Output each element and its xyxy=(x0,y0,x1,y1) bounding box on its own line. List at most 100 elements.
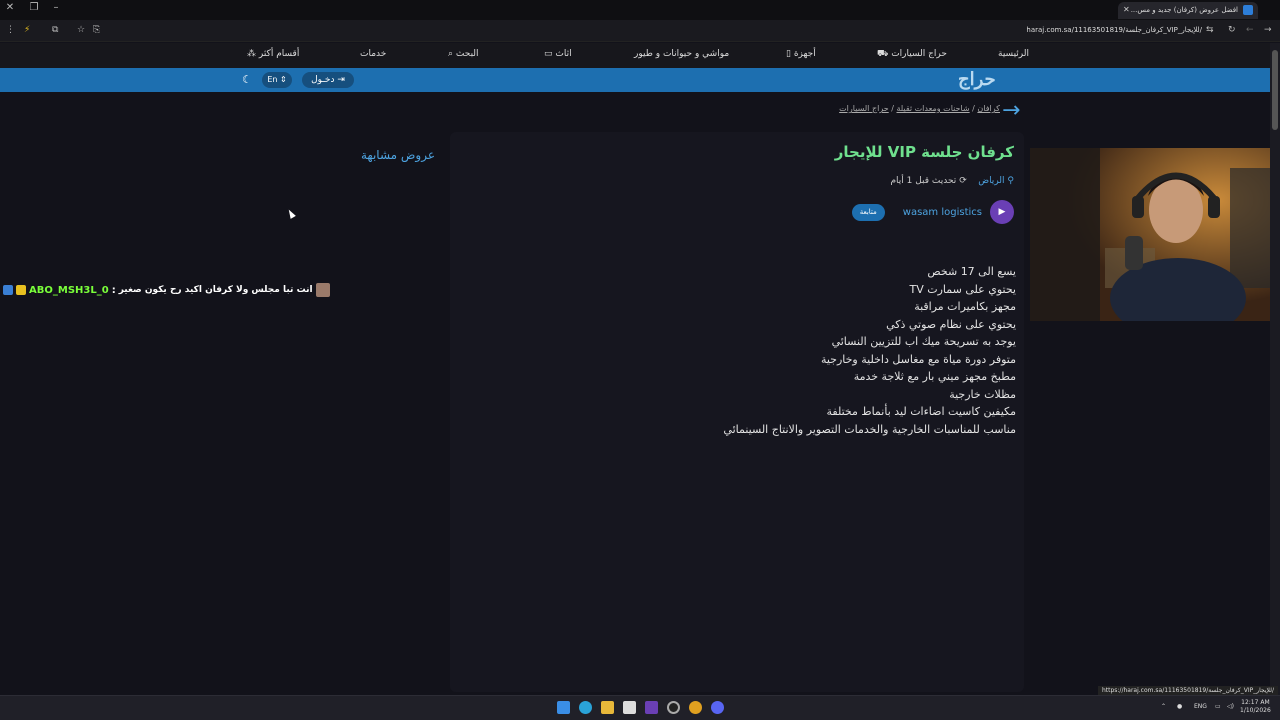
refresh-icon: ⟳ xyxy=(959,176,967,186)
extension-icon[interactable]: ⚡ xyxy=(24,25,30,35)
chat-avatar xyxy=(315,283,330,297)
edge-icon[interactable] xyxy=(579,701,592,714)
file-explorer-icon[interactable] xyxy=(601,701,614,714)
ad-description: يسع الى 17 شخص يحتوي على سمارت TV مجهز ب… xyxy=(723,263,1016,438)
close-window-icon[interactable]: ✕ xyxy=(0,2,20,13)
menu-icon[interactable]: ⋮ xyxy=(6,25,15,35)
stream-chat-message: ABO_MSH3L_0 : انت تبا مجلس ولا كرفان اكي… xyxy=(3,283,330,297)
seller-avatar[interactable]: ▶ xyxy=(990,200,1014,224)
breadcrumb-item[interactable]: حراج السيارات xyxy=(839,104,889,113)
description-line: مجهز بكاميرات مراقبة xyxy=(914,300,1016,313)
language-select[interactable]: En ⇕ xyxy=(262,72,292,88)
obs-icon[interactable] xyxy=(667,701,680,714)
nav-item-home[interactable]: الرئيسية xyxy=(998,49,1029,59)
site-settings-icon[interactable]: ⇆ xyxy=(1206,25,1214,35)
volume-icon[interactable]: ◁) xyxy=(1227,703,1234,710)
breadcrumb-item[interactable]: شاحنات ومعدات ثقيلة xyxy=(896,104,969,113)
nav-item-livestock[interactable]: مواشي و حيوانات و طيور xyxy=(634,49,729,59)
similar-offers-title: عروض مشابهة xyxy=(361,148,435,162)
phone-icon: ▯ xyxy=(786,49,791,59)
description-line: مظلات خارجية xyxy=(949,387,1016,401)
dark-mode-toggle-icon[interactable]: ☾ xyxy=(239,73,255,87)
chat-message-text: انت تبا مجلس ولا كرفان اكيد رح يكون صغير xyxy=(118,285,313,295)
streamer-webcam-image xyxy=(1030,148,1280,321)
chat-username: ABO_MSH3L_0 xyxy=(29,284,109,296)
site-logo[interactable]: حراج xyxy=(958,69,996,90)
chevron-updown-icon: ⇕ xyxy=(279,75,287,84)
search-icon: ⌕ xyxy=(448,49,454,59)
car-icon: ⛟ xyxy=(877,49,889,59)
windows-taskbar xyxy=(0,695,1280,720)
extensions-puzzle-icon[interactable]: ⧉ xyxy=(52,25,58,35)
scrollbar-thumb[interactable] xyxy=(1272,50,1278,130)
nav-item-devices[interactable]: أجهزة ▯ xyxy=(786,49,816,59)
description-line: مكيفين كاسيت اضاءات ليد بأنماط مختلفة xyxy=(826,405,1016,418)
mouse-cursor-icon xyxy=(286,208,296,219)
description-line: يوجد به تسريحة ميك اب للتزيين النسائي xyxy=(831,335,1016,348)
windows-start-icon[interactable] xyxy=(557,701,570,714)
language-label: En xyxy=(267,75,278,84)
webcam-overlay xyxy=(1030,148,1280,321)
nav-item-cars[interactable]: حراج السيارات ⛟ xyxy=(877,49,947,60)
nav-item-search-label: البحث xyxy=(455,49,479,59)
breadcrumb: كرافان / شاحنات ومعدات ثقيلة / حراج السي… xyxy=(839,104,1000,113)
nav-item-devices-label: أجهزة xyxy=(793,49,816,59)
login-icon: ⇥ xyxy=(337,75,345,85)
share-icon[interactable]: ⎘ xyxy=(93,25,100,35)
nav-item-services[interactable]: خدمات xyxy=(360,49,386,59)
nav-item-cars-label: حراج السيارات xyxy=(891,49,947,59)
network-icon[interactable]: ▭ xyxy=(1215,703,1221,710)
login-label: دخـول xyxy=(311,75,335,85)
page-scrollbar[interactable] xyxy=(1270,43,1280,695)
ad-title: كرفان جلسة VIP للإيجار xyxy=(834,143,1014,161)
chrome-icon[interactable] xyxy=(689,701,702,714)
keyboard-language[interactable]: ENG xyxy=(1194,703,1207,710)
city-label: الرياض xyxy=(978,176,1005,186)
sitemap-icon: ⁂ xyxy=(247,49,256,59)
breadcrumb-item[interactable]: كرافان xyxy=(977,104,1000,113)
description-line: يحتوي على نظام صوتي ذكي xyxy=(886,317,1016,331)
nav-item-furniture[interactable]: اثاث ▭ xyxy=(544,49,572,59)
tray-chevron-icon[interactable]: ⌃ xyxy=(1161,703,1166,710)
pin-icon: ⚲ xyxy=(1007,176,1014,186)
store-icon[interactable] xyxy=(623,701,636,714)
taskbar-clock[interactable]: 12:17 AM 1/10/2026 xyxy=(1240,699,1271,715)
ad-meta: ⚲ الرياض ⟳ تحديث قبل 1 أيام xyxy=(890,176,1014,186)
nav-item-search[interactable]: البحث ⌕ xyxy=(448,49,479,59)
updated-label: تحديث قبل 1 أيام xyxy=(890,176,957,186)
tab-title: افضل عروض (كرفان) جديد و مس... xyxy=(1130,6,1238,14)
update-info: ⟳ تحديث قبل 1 أيام xyxy=(890,176,966,186)
description-line: مناسب للمناسبات الخارجية والخدمات التصوي… xyxy=(723,422,1016,436)
status-url: https://haraj.com.sa/11163501819/كرفان_ج… xyxy=(1097,686,1278,695)
seller-name[interactable]: wasam logistics xyxy=(903,207,982,218)
browser-tab[interactable]: افضل عروض (كرفان) جديد و مس... ✕ xyxy=(1118,2,1258,19)
restore-window-icon[interactable]: ❐ xyxy=(24,2,44,13)
crown-badge-icon xyxy=(16,285,26,295)
description-line: يسع الى 17 شخص xyxy=(927,265,1016,278)
chat-separator: : xyxy=(111,284,116,296)
login-button[interactable]: ⇥ دخـول xyxy=(302,72,354,88)
url-input[interactable]: haraj.com.sa/11163501819/كرفان_جلسة_VIP_… xyxy=(1026,26,1202,34)
clock-time: 12:17 AM xyxy=(1241,699,1270,706)
description-line: متوفر دورة مياة مع مغاسل داخلية وخارجية xyxy=(820,352,1016,366)
nav-item-more[interactable]: أقسام أكثر ⁂ xyxy=(247,49,299,59)
reload-icon[interactable]: ↻ xyxy=(1228,25,1236,35)
discord-icon[interactable] xyxy=(711,701,724,714)
location-link[interactable]: ⚲ الرياض xyxy=(978,176,1014,186)
nav-item-more-label: أقسام أكثر xyxy=(258,49,300,59)
follow-button[interactable]: متابعة xyxy=(851,203,885,221)
seller-row: ▶ wasam logistics متابعة xyxy=(851,200,1014,224)
back-icon[interactable]: → xyxy=(1264,25,1272,35)
bookmark-star-icon[interactable]: ☆ xyxy=(77,25,85,35)
browser-tab-bar xyxy=(0,0,1280,20)
close-tab-icon[interactable]: ✕ xyxy=(1123,5,1130,14)
minimize-window-icon[interactable]: – xyxy=(46,2,66,13)
premiere-icon[interactable] xyxy=(645,701,658,714)
nav-item-furniture-label: اثاث xyxy=(555,49,572,59)
forward-icon[interactable]: ← xyxy=(1246,25,1254,35)
back-arrow-icon[interactable]: → xyxy=(1002,98,1020,123)
description-line: يحتوي على سمارت TV xyxy=(909,282,1016,296)
site-header xyxy=(0,68,1270,92)
haraj-favicon-icon xyxy=(1243,5,1253,15)
microphone-icon[interactable]: ● xyxy=(1177,703,1182,710)
